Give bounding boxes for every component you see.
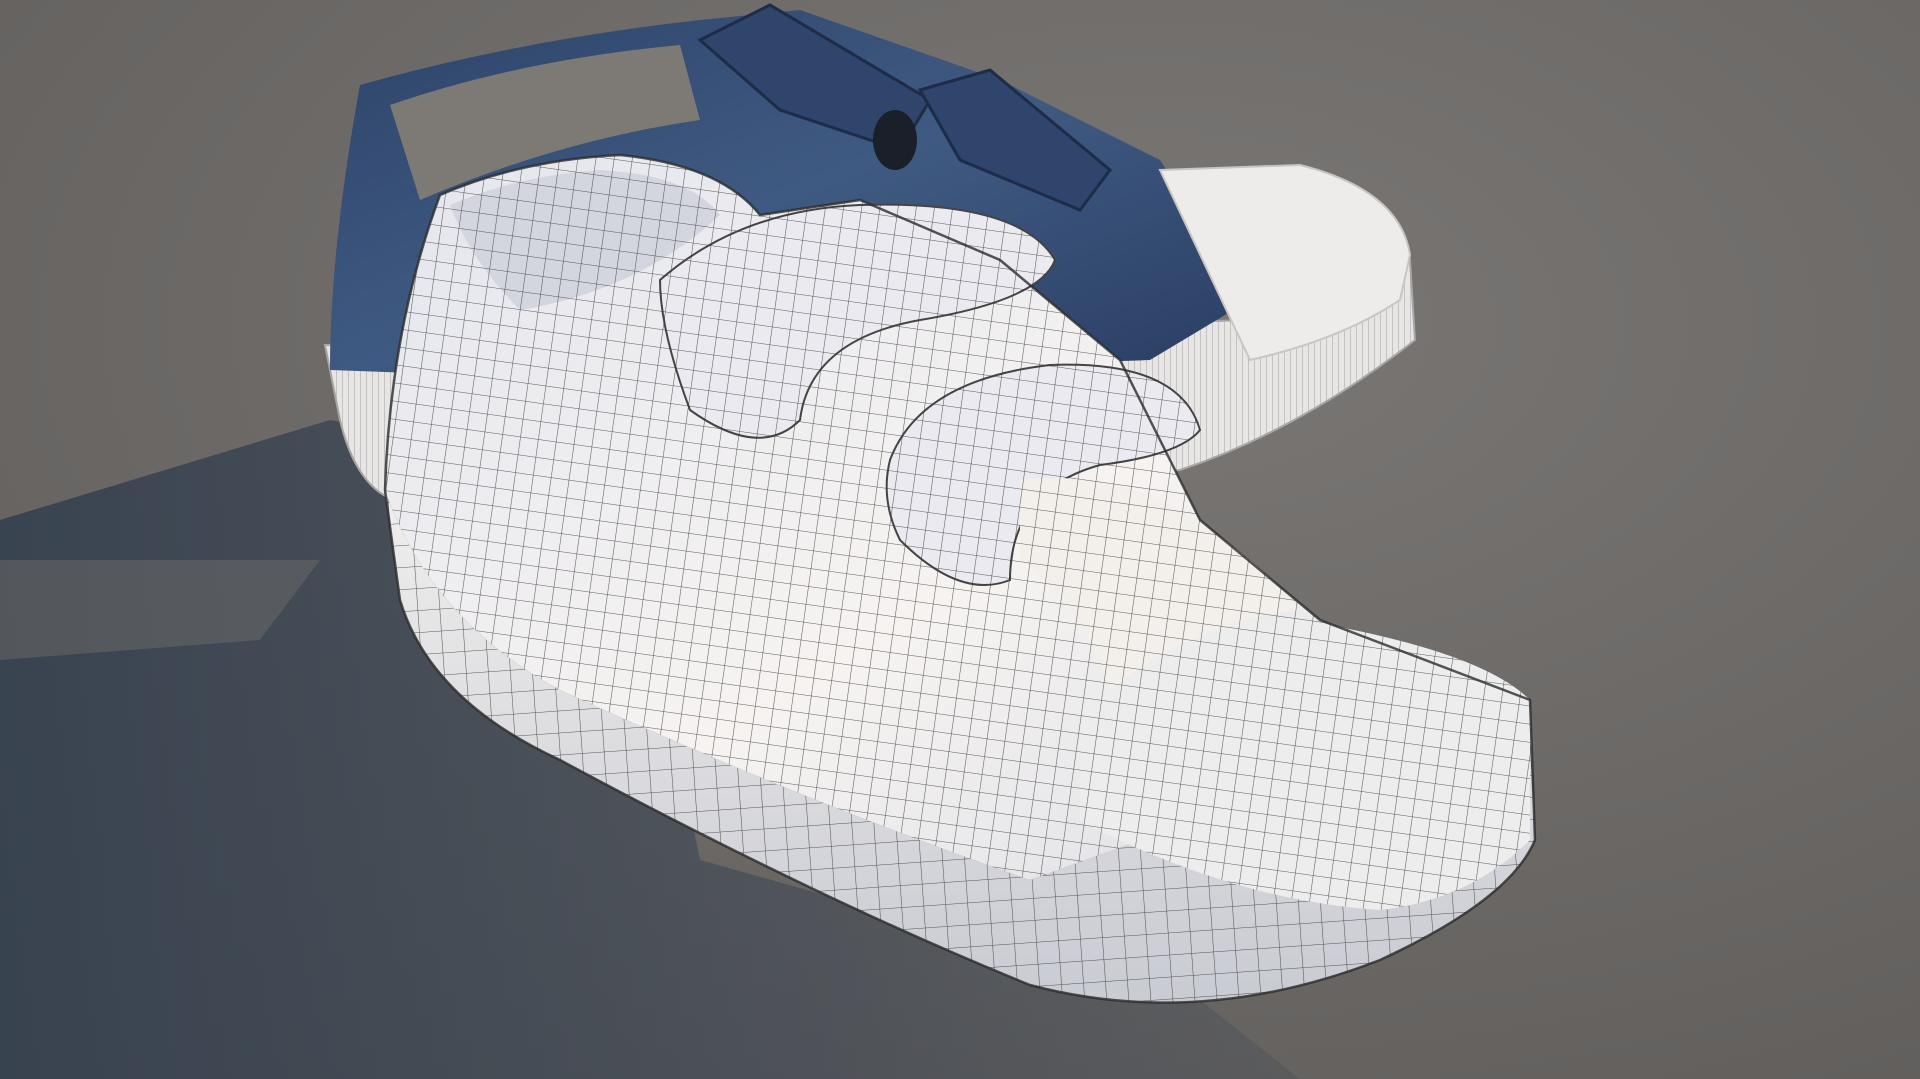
shoe-render-scene: [0, 0, 1920, 1079]
render-viewport: [0, 0, 1920, 1079]
denim-strap-loop-1: [873, 110, 917, 170]
